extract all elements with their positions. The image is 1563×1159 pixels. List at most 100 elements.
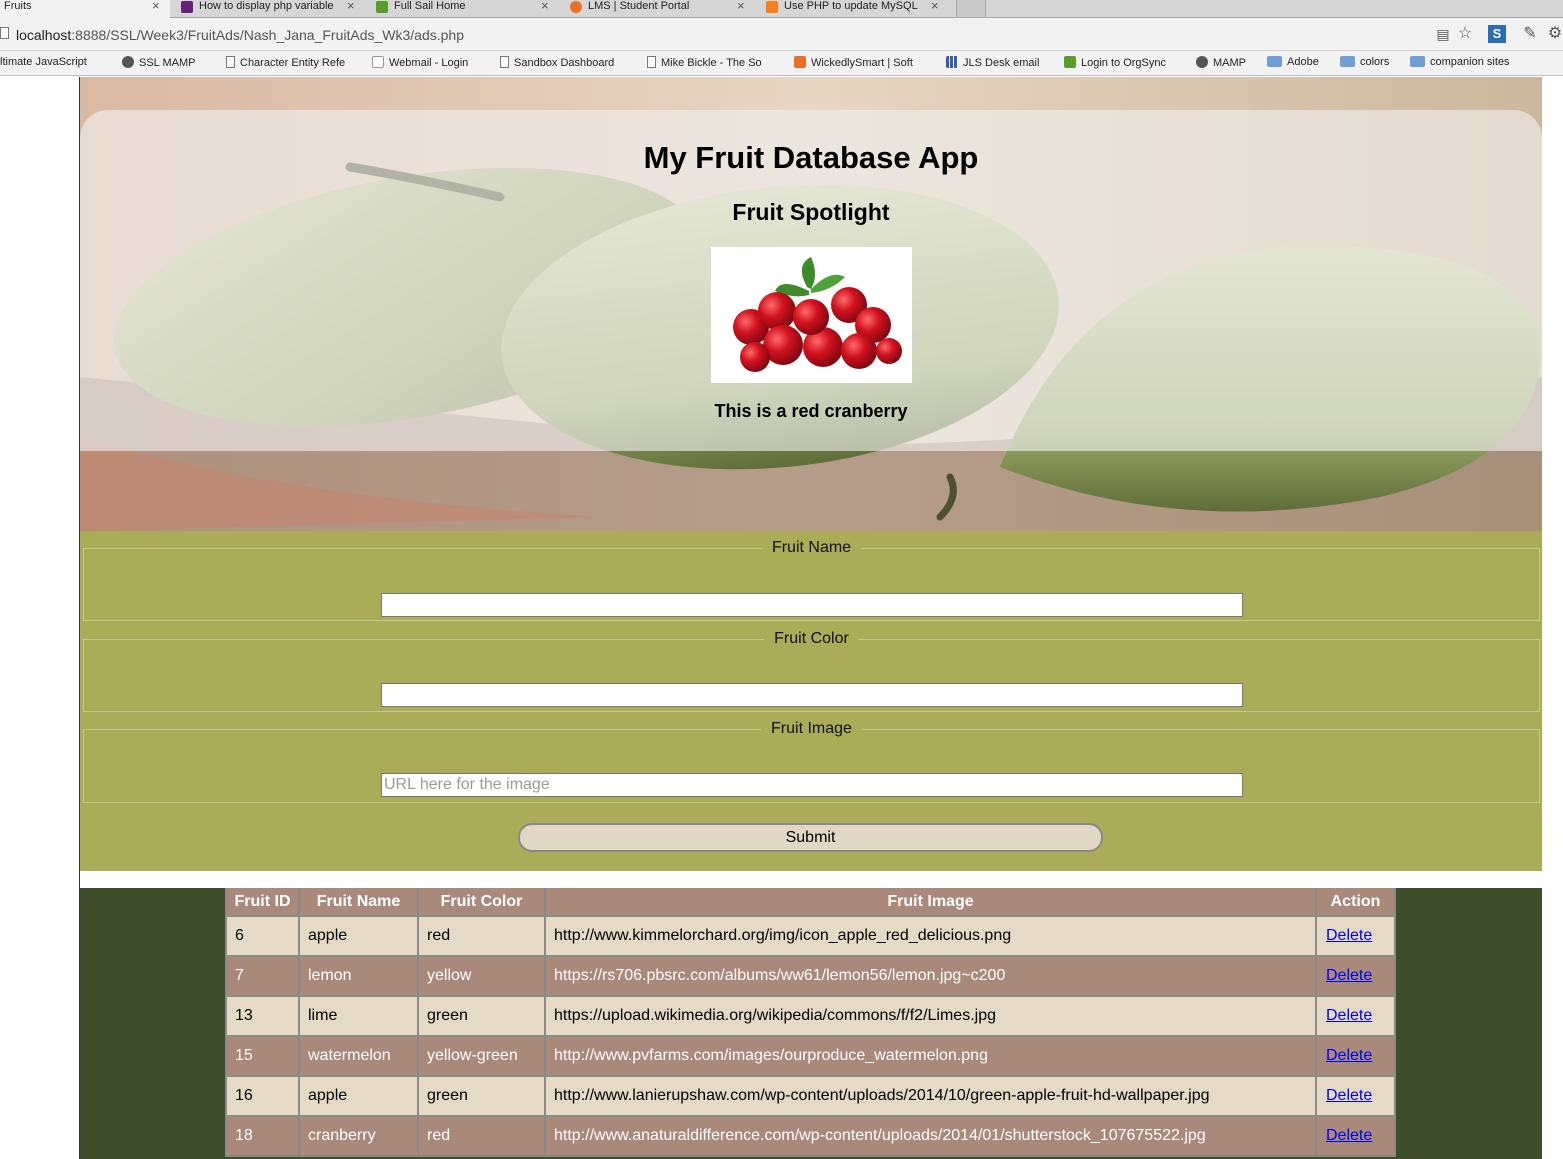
bookmark-folder-companion-sites[interactable]: companion sites: [1410, 56, 1510, 68]
cell-fruit-name: watermelon: [298, 1035, 419, 1077]
column-header-fruit-color: Fruit Color: [417, 888, 546, 917]
stackoverflow-icon: [766, 1, 778, 13]
bookmark-label: Mike Bickle - The So: [661, 57, 762, 69]
visual-studio-icon: [181, 1, 193, 13]
mamp-icon: [122, 56, 134, 68]
tab-title: LMS | Student Portal: [588, 0, 690, 12]
folder-icon: [1340, 56, 1355, 67]
folder-icon: [1267, 56, 1282, 67]
mamp-icon: [1196, 56, 1208, 68]
bookmark-folder-adobe[interactable]: Adobe: [1267, 56, 1319, 68]
fruit-color-input[interactable]: [381, 683, 1243, 707]
document-icon: [647, 56, 656, 68]
address-bar: localhost:8888/SSL/Week3/FruitAds/Nash_J…: [0, 18, 1563, 51]
table-row: 6 apple red http://www.kimmelorchard.org…: [225, 915, 1396, 957]
tab-full-sail[interactable]: Full Sail Home ×: [372, 0, 558, 18]
cell-fruit-image: http://www.anaturaldifference.com/wp-con…: [544, 1115, 1317, 1157]
bookmark-label: Webmail - Login: [389, 57, 469, 69]
spotlight-caption: This is a red cranberry: [714, 401, 908, 421]
web-page: My Fruit Database App Fruit Spotlight Th…: [79, 77, 1542, 1159]
lms-icon: [570, 1, 582, 13]
close-icon[interactable]: ×: [737, 0, 745, 12]
cell-fruit-id: 16: [225, 1075, 300, 1117]
cell-fruit-id: 18: [225, 1115, 300, 1157]
fruit-image-url-input[interactable]: [381, 773, 1243, 797]
fruit-name-input[interactable]: [381, 593, 1243, 617]
delete-link[interactable]: Delete: [1326, 967, 1372, 984]
fruit-image-legend: Fruit Image: [771, 720, 852, 737]
submit-button[interactable]: Submit: [518, 823, 1103, 852]
tab-php-update-mysql[interactable]: Use PHP to update MySQL ×: [760, 0, 948, 18]
table-row: 16 apple green http://www.lanierupshaw.c…: [225, 1075, 1396, 1117]
tab-title: Full Sail Home: [394, 0, 466, 12]
browser-tab-bar: Fruits × How to display php variable × F…: [0, 0, 1563, 18]
extension-s-icon[interactable]: S: [1488, 25, 1506, 43]
cell-fruit-id: 13: [225, 995, 300, 1037]
bookmark-folder-colors[interactable]: colors: [1340, 56, 1389, 68]
new-tab-button[interactable]: [956, 0, 986, 18]
bookmark-character-entity[interactable]: Character Entity Refe: [226, 56, 356, 69]
table-row: 18 cranberry red http://www.anaturaldiff…: [225, 1115, 1396, 1157]
cell-fruit-name: apple: [298, 915, 419, 957]
fullsail-icon: [376, 1, 388, 13]
delete-link[interactable]: Delete: [1326, 927, 1372, 944]
mail-icon: [372, 56, 384, 68]
fruit-name-legend: Fruit Name: [771, 539, 852, 556]
star-icon[interactable]: ☆: [1456, 25, 1474, 43]
column-header-fruit-image: Fruit Image: [544, 888, 1317, 917]
wickedlysmart-icon: [794, 56, 806, 68]
bookmark-jls-desk[interactable]: JLS Desk email: [946, 56, 1039, 69]
url-field[interactable]: localhost:8888/SSL/Week3/FruitAds/Nash_J…: [16, 27, 464, 43]
tab-php-variable[interactable]: How to display php variable ×: [178, 0, 366, 18]
bookmark-orgsync[interactable]: Login to OrgSync: [1064, 56, 1166, 69]
fruit-color-fieldset: Fruit Color: [83, 630, 1540, 712]
cell-fruit-image: http://www.kimmelorchard.org/img/icon_ap…: [544, 915, 1317, 957]
hero-header: My Fruit Database App Fruit Spotlight Th…: [80, 77, 1542, 531]
close-icon[interactable]: ×: [347, 0, 355, 12]
orgsync-icon: [1064, 56, 1076, 68]
bookmark-label: JLS Desk email: [963, 57, 1040, 69]
tab-lms[interactable]: LMS | Student Portal ×: [566, 0, 754, 18]
grid-icon: [946, 56, 958, 68]
url-path: :8888/SSL/Week3/FruitAds/Nash_Jana_Fruit…: [71, 27, 464, 43]
document-icon: [500, 56, 509, 68]
close-icon[interactable]: ×: [541, 0, 549, 12]
tab-title: Fruits: [4, 0, 32, 12]
fruit-color-legend: Fruit Color: [774, 630, 849, 647]
bookmark-label: Adobe: [1287, 56, 1319, 68]
bookmark-mamp[interactable]: MAMP: [1196, 56, 1246, 69]
cell-fruit-color: green: [417, 1075, 546, 1117]
delete-link[interactable]: Delete: [1326, 1087, 1372, 1104]
close-icon[interactable]: ×: [152, 0, 160, 12]
delete-link[interactable]: Delete: [1326, 1047, 1372, 1064]
delete-link[interactable]: Delete: [1326, 1127, 1372, 1144]
settings-icon[interactable]: ⚙: [1546, 25, 1563, 43]
cell-fruit-image: http://www.pvfarms.com/images/ourproduce…: [544, 1035, 1317, 1077]
table-row: 15 watermelon yellow-green http://www.pv…: [225, 1035, 1396, 1077]
add-fruit-form: Fruit Name Fruit Color Fruit Image Submi…: [80, 531, 1542, 871]
cranberries-image: [733, 257, 902, 372]
bookmark-wickedlysmart[interactable]: WickedlySmart | Soft: [794, 56, 930, 69]
bookmark-mike-bickle[interactable]: Mike Bickle - The So: [647, 56, 777, 69]
bookmark-sandbox-dashboard[interactable]: Sandbox Dashboard: [500, 56, 614, 69]
bookmark-webmail[interactable]: Webmail - Login: [372, 56, 468, 69]
bookmark-ssl-mamp[interactable]: SSL MAMP: [122, 56, 195, 69]
column-header-fruit-name: Fruit Name: [298, 888, 419, 917]
table-row: 7 lemon yellow https://rs706.pbsrc.com/a…: [225, 955, 1396, 997]
bookmark-ultimate-javascript[interactable]: ltimate JavaScript: [0, 56, 108, 68]
spotlight-title: Fruit Spotlight: [732, 199, 890, 225]
reader-icon[interactable]: ▤: [1434, 25, 1452, 43]
cell-fruit-color: red: [417, 1115, 546, 1157]
eyedropper-icon[interactable]: ✎: [1521, 25, 1539, 43]
delete-link[interactable]: Delete: [1326, 1007, 1372, 1024]
url-host: localhost: [16, 27, 72, 43]
tab-fruits[interactable]: Fruits ×: [0, 0, 170, 18]
bookmark-label: colors: [1360, 56, 1390, 68]
tab-title: How to display php variable: [199, 0, 334, 12]
bookmark-label: WickedlySmart | Soft: [811, 57, 913, 69]
bookmark-label: ltimate JavaScript: [0, 56, 87, 68]
folder-icon: [1410, 56, 1425, 67]
bookmark-label: MAMP: [1213, 57, 1246, 69]
cell-fruit-name: apple: [298, 1075, 419, 1117]
close-icon[interactable]: ×: [931, 0, 939, 12]
